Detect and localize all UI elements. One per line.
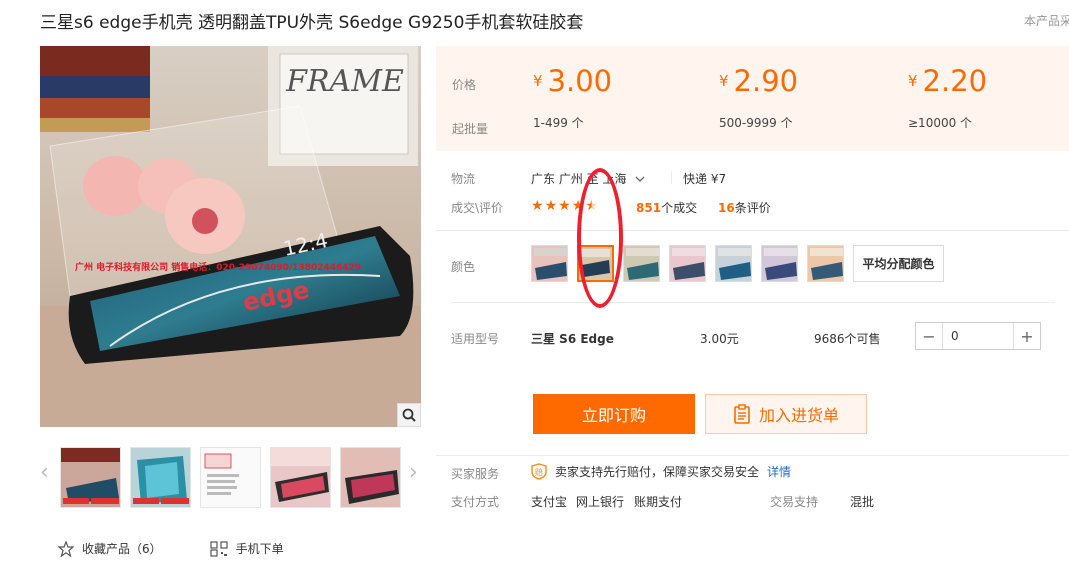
main-product-photo: FRAME edge 12:4 广州 电子科技有限公司 销售电话：020-290…: [40, 46, 421, 427]
annotation-circle: [577, 168, 623, 308]
deals-label: 成交\评价: [451, 201, 504, 215]
increase-button[interactable]: +: [1013, 323, 1040, 349]
price-tier-2: ¥2.90 500-9999 个: [719, 64, 798, 131]
deal-count[interactable]: 851个成交: [636, 199, 697, 216]
moq-label: 起批量: [452, 122, 489, 136]
trade-support-label: 交易支持: [770, 495, 819, 509]
model-name: 三星 S6 Edge: [531, 332, 614, 346]
section-divider: [436, 230, 1069, 231]
payment-method-credit: 账期支付: [634, 495, 683, 509]
review-number: 16: [718, 201, 735, 215]
quantity-stepper: − 0 +: [915, 322, 1041, 350]
color-label: 颜色: [451, 260, 476, 274]
color-swatch-1[interactable]: [531, 245, 568, 282]
currency-symbol: ¥: [533, 72, 543, 90]
price-tier-3: ¥2.20 ≥10000 个: [908, 64, 987, 131]
star-icon: ★: [531, 198, 544, 214]
currency-symbol: ¥: [719, 72, 729, 90]
review-count[interactable]: 16条评价: [718, 199, 771, 216]
section-divider: [451, 302, 1055, 303]
thumb-next-arrow[interactable]: ›: [409, 462, 418, 484]
shield-icon: 赔: [531, 463, 547, 480]
payment-method-alipay: 支付宝: [531, 495, 568, 509]
color-swatch-4[interactable]: [669, 245, 706, 282]
thumb-prev-arrow[interactable]: ‹: [40, 462, 49, 484]
express-fee: 快递 ¥7: [683, 172, 727, 186]
payment-label: 支付方式: [451, 495, 500, 509]
tier-price: 2.90: [733, 64, 799, 98]
mobile-order-action[interactable]: 手机下单: [210, 540, 284, 557]
logistics-label: 物流: [451, 172, 476, 186]
qrcode-icon: [210, 540, 228, 557]
svg-text:赔: 赔: [535, 467, 543, 477]
add-to-cart-button[interactable]: 加入进货单: [705, 394, 867, 434]
watermark-text: 广州 电子科技有限公司 销售电话：020-29074090/1380244642…: [75, 261, 361, 273]
star-icon: ★: [558, 198, 571, 214]
tier-range: 1-499 个: [533, 116, 584, 130]
order-now-button[interactable]: 立即订购: [533, 394, 695, 434]
logistics-divider: [671, 171, 672, 184]
favorite-action[interactable]: 收藏产品（6）: [58, 540, 162, 557]
thumbnail-2[interactable]: [130, 447, 191, 508]
color-swatch-3[interactable]: [623, 245, 660, 282]
color-swatch-6[interactable]: [761, 245, 798, 282]
decrease-button[interactable]: −: [916, 323, 943, 349]
service-detail-link[interactable]: 详情: [767, 463, 791, 480]
thumbnail-3[interactable]: [200, 447, 261, 508]
model-label: 适用型号: [451, 332, 500, 346]
star-icon: ★: [544, 198, 558, 214]
service-info: 赔 卖家支持先行赔付，保障买家交易安全 详情: [531, 463, 791, 480]
tier-price: 3.00: [547, 64, 613, 98]
tier-range: ≥10000 个: [908, 116, 973, 130]
clipboard-icon: [734, 404, 750, 424]
zoom-button[interactable]: [397, 403, 421, 427]
add-to-cart-label: 加入进货单: [758, 406, 839, 425]
model-price: 3.00元: [700, 332, 739, 346]
price-tier-1: ¥3.00 1-499 个: [533, 64, 612, 131]
product-title: 三星s6 edge手机壳 透明翻盖TPU外壳 S6edge G9250手机套软硅…: [40, 13, 584, 33]
service-label: 买家服务: [451, 467, 500, 481]
service-text: 卖家支持先行赔付，保障买家交易安全: [555, 465, 760, 479]
assign-colors-button[interactable]: 平均分配颜色: [853, 245, 944, 282]
price-label: 价格: [452, 78, 477, 92]
deal-number: 851: [636, 201, 662, 215]
tier-range: 500-9999 个: [719, 116, 793, 130]
price-panel: 价格 起批量 ¥3.00 1-499 个 ¥2.90 500-9999 个 ¥2…: [436, 46, 1069, 151]
quantity-input[interactable]: 0: [943, 323, 1013, 349]
color-swatch-7[interactable]: [807, 245, 844, 282]
payment-method-bank: 网上银行: [576, 495, 625, 509]
thumbnail-strip: [60, 447, 401, 508]
report-link[interactable]: 本产品采: [1024, 12, 1069, 29]
mobile-order-label: 手机下单: [235, 542, 284, 556]
favorite-label: 收藏产品（6）: [82, 542, 162, 556]
section-divider: [436, 455, 1069, 456]
model-stock: 9686个可售: [814, 332, 881, 346]
trade-support-value: 混批: [850, 495, 875, 509]
tier-price: 2.20: [922, 64, 988, 98]
star-outline-icon: [58, 540, 74, 557]
main-product-image[interactable]: FRAME edge 12:4 广州 电子科技有限公司 销售电话：020-290…: [40, 46, 421, 427]
frame-text: FRAME: [285, 64, 404, 99]
chevron-down-icon: [635, 176, 645, 182]
deal-suffix: 个成交: [661, 201, 698, 215]
thumbnail-5[interactable]: [340, 447, 401, 508]
bottom-actions: 收藏产品（6） 手机下单: [58, 540, 332, 557]
thumbnail-1[interactable]: [60, 447, 121, 508]
currency-symbol: ¥: [908, 72, 918, 90]
color-swatch-5[interactable]: [715, 245, 752, 282]
review-suffix: 条评价: [734, 201, 771, 215]
magnifier-icon: [402, 408, 416, 422]
thumbnail-4[interactable]: [270, 447, 331, 508]
